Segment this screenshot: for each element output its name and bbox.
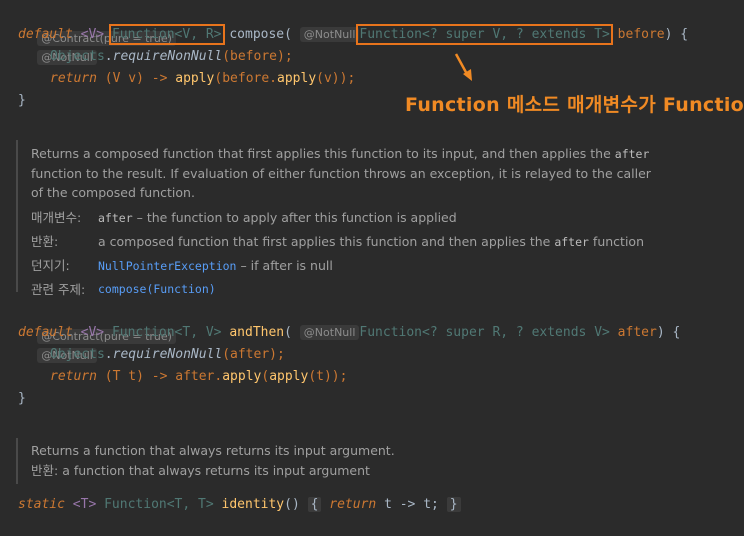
- javadoc-andthen: Returns a composed function that first a…: [16, 140, 731, 297]
- method-name-andthen[interactable]: andThen: [229, 325, 284, 340]
- andthen-signature-line[interactable]: default <V> Function<T, V> andThen( @Not…: [18, 322, 680, 344]
- doc-returns-row: 반환: a function that always returns its i…: [31, 463, 370, 478]
- param-type-highlight: Function<? super V, ? extends T>: [356, 24, 613, 45]
- compose-signature-line[interactable]: default <V> Function<V, R> compose( @Not…: [18, 24, 688, 46]
- generic-param: <V>: [80, 27, 105, 42]
- compose-line-3[interactable]: return (V v) -> apply(before.apply(v));: [50, 68, 355, 90]
- andthen-line-3[interactable]: return (T t) -> after.apply(apply(t));: [50, 366, 347, 388]
- doc-param-row: 매개변수: after – the function to apply afte…: [31, 210, 457, 225]
- andthen-closing-brace: }: [18, 391, 26, 406]
- doc-returns-row: 반환: a composed function that first appli…: [31, 234, 644, 249]
- compose-line-2[interactable]: Objects.requireNonNull(before);: [50, 46, 293, 68]
- link-compose-function[interactable]: compose(Function): [98, 278, 216, 301]
- link-nullpointerexception[interactable]: NullPointerException: [98, 259, 236, 273]
- doc-see-row: 관련 주제: compose(Function): [31, 278, 731, 301]
- modifier-default: default: [18, 27, 73, 42]
- folded-close-brace[interactable]: }: [446, 497, 461, 512]
- param-notnull-hint: @NotNull: [299, 27, 360, 42]
- method-name-compose[interactable]: compose: [229, 27, 284, 42]
- identity-line[interactable]: static <T> Function<T, T> identity() { r…: [18, 494, 461, 516]
- andthen-line-2[interactable]: Objects.requireNonNull(after);: [50, 344, 285, 366]
- param-name-before: before: [617, 27, 665, 42]
- method-name-identity[interactable]: identity: [222, 497, 285, 512]
- folded-open-brace[interactable]: {: [307, 497, 322, 512]
- compose-closing-brace: }: [18, 93, 26, 108]
- arrow-down-icon: [454, 53, 472, 81]
- javadoc-identity: Returns a function that always returns i…: [16, 438, 731, 484]
- doc-throws-row: 던지기: NullPointerException – if after is …: [31, 258, 333, 273]
- param-notnull-hint: @NotNull: [299, 325, 360, 340]
- annotation-label: Function 메소드 매개변수가 Function: [405, 94, 744, 116]
- return-type-highlight: Function<V, R>: [108, 24, 225, 45]
